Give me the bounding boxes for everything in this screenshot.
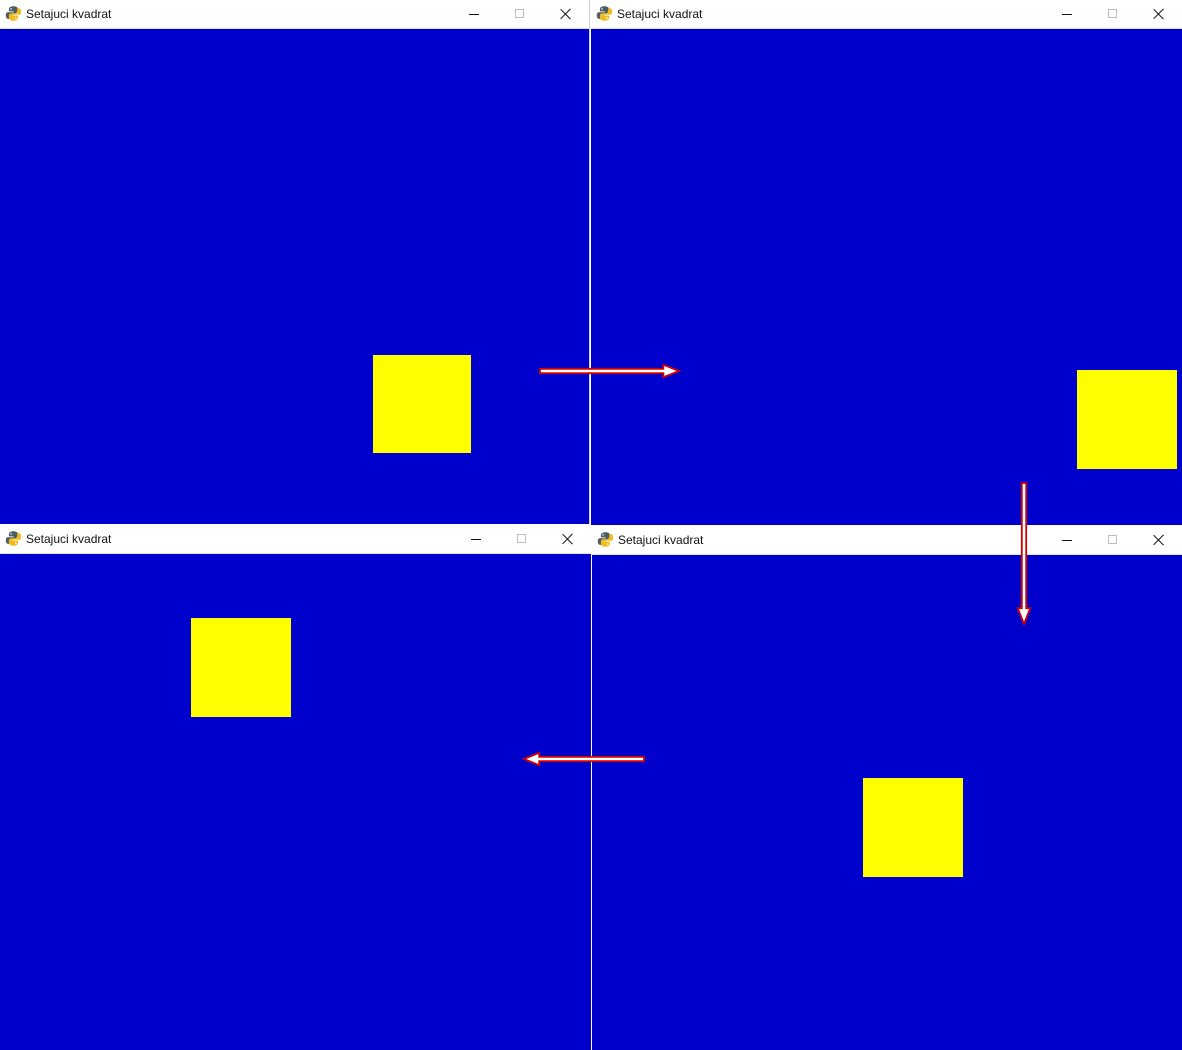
close-icon	[1153, 534, 1165, 546]
window-title: Setajuci kvadrat	[26, 532, 112, 546]
close-icon	[562, 533, 574, 545]
minimize-button[interactable]	[451, 0, 497, 29]
game-canvas[interactable]	[591, 29, 1182, 525]
yellow-square	[373, 355, 471, 453]
close-button[interactable]	[1136, 526, 1182, 555]
window-bottom-left: Setajuci kvadrat	[0, 525, 591, 1050]
titlebar: Setajuci kvadrat	[591, 0, 1182, 29]
window-controls	[1044, 0, 1182, 29]
game-canvas[interactable]	[592, 555, 1182, 1050]
minimize-icon	[1062, 14, 1072, 15]
yellow-square	[863, 778, 963, 877]
minimize-button[interactable]	[453, 525, 499, 554]
python-app-icon	[596, 6, 613, 21]
window-bottom-right: Setajuci kvadrat	[592, 526, 1182, 1050]
window-controls	[451, 0, 589, 29]
maximize-button[interactable]	[499, 525, 545, 554]
maximize-button[interactable]	[497, 0, 543, 29]
minimize-icon	[471, 539, 481, 540]
window-title: Setajuci kvadrat	[26, 7, 112, 21]
maximize-icon	[1108, 9, 1117, 18]
window-top-right: Setajuci kvadrat	[591, 0, 1182, 525]
window-controls	[453, 525, 591, 554]
maximize-button[interactable]	[1090, 526, 1136, 555]
minimize-button[interactable]	[1044, 526, 1090, 555]
window-title: Setajuci kvadrat	[618, 533, 704, 547]
titlebar: Setajuci kvadrat	[0, 525, 591, 554]
close-icon	[560, 8, 572, 20]
python-app-icon	[5, 531, 22, 546]
close-icon	[1153, 8, 1165, 20]
python-app-icon	[5, 6, 22, 21]
yellow-square	[1077, 370, 1177, 469]
minimize-icon	[1062, 540, 1072, 541]
python-app-icon	[597, 532, 614, 547]
minimize-icon	[469, 14, 479, 15]
game-canvas[interactable]	[0, 554, 591, 1050]
minimize-button[interactable]	[1044, 0, 1090, 29]
yellow-square	[191, 618, 291, 717]
close-button[interactable]	[543, 0, 589, 29]
maximize-icon	[1108, 535, 1117, 544]
close-button[interactable]	[1136, 0, 1182, 29]
maximize-button[interactable]	[1090, 0, 1136, 29]
maximize-icon	[517, 534, 526, 543]
window-controls	[1044, 526, 1182, 555]
titlebar: Setajuci kvadrat	[0, 0, 589, 29]
titlebar: Setajuci kvadrat	[592, 526, 1182, 555]
game-canvas[interactable]	[0, 29, 589, 524]
window-title: Setajuci kvadrat	[617, 7, 703, 21]
maximize-icon	[515, 9, 524, 18]
close-button[interactable]	[545, 525, 591, 554]
window-top-left: Setajuci kvadrat	[0, 0, 590, 524]
